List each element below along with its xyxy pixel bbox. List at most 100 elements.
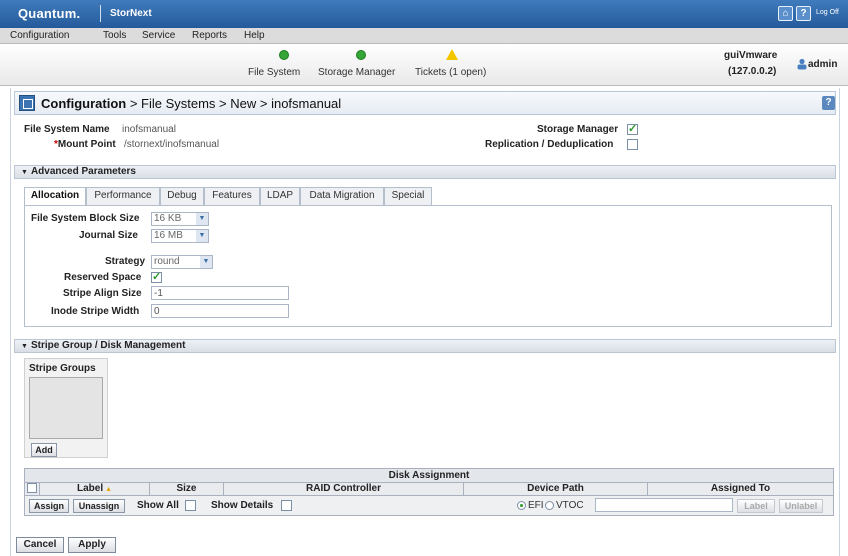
warning-icon [446,49,458,60]
vtoc-label: VTOC [556,500,584,511]
storage-manager-checkbox[interactable] [627,122,638,135]
storage-manager-label: Storage Manager [537,124,619,135]
user-icon [797,58,807,70]
select-all-checkbox[interactable] [27,483,37,493]
show-details-label: Show Details [211,500,274,511]
advanced-parameters-title: Advanced Parameters [30,166,136,177]
unlabel-button[interactable]: Unlabel [779,499,823,513]
sort-asc-icon: ▲ [103,486,112,493]
tab-data-migration[interactable]: Data Migration [300,187,384,205]
breadcrumb: Configuration > File Systems > New > ino… [41,96,341,111]
tab-debug[interactable]: Debug [160,187,204,205]
user-name[interactable]: admin [808,59,837,70]
breadcrumb-path: > File Systems > New > inofsmanual [126,96,342,111]
cancel-button[interactable]: Cancel [16,537,64,553]
efi-label: EFI [528,500,544,511]
menu-reports[interactable]: Reports [192,30,227,41]
mount-point-label: *Mount Point [54,139,116,150]
unassign-button[interactable]: Unassign [73,499,125,513]
column-raid-controller[interactable]: RAID Controller [223,483,463,495]
menu-tools[interactable]: Tools [103,30,126,41]
mount-point-value: /stornext/inofsmanual [124,139,220,150]
tab-allocation[interactable]: Allocation [24,187,86,206]
disk-assignment-title: Disk Assignment [24,468,834,483]
configuration-icon [19,95,35,111]
storage-manager-ok-icon [356,50,366,60]
block-size-value: 16 KB [154,213,182,224]
stripe-align-label: Stripe Align Size [63,288,142,299]
label-button[interactable]: Label [737,499,775,513]
reserved-space-label: Reserved Space [64,272,142,283]
column-assigned-to[interactable]: Assigned To [647,483,833,495]
vtoc-radio[interactable] [545,501,554,510]
host-ip: (127.0.0.2) [728,66,777,77]
column-label[interactable]: Label ▲ [39,483,149,495]
home-icon[interactable]: ⌂ [778,6,793,21]
apply-button[interactable]: Apply [68,537,116,553]
block-size-select[interactable]: 16 KB ▼ [151,212,209,226]
stripe-groups-list[interactable] [29,377,103,439]
fs-name-label: File System Name [24,124,110,135]
help-icon[interactable]: ? [822,96,835,110]
tab-ldap[interactable]: LDAP [260,187,300,205]
logoff-link[interactable]: Log Off [816,9,839,16]
status-storage-manager[interactable]: Storage Manager [318,67,395,78]
product-name: StorNext [110,8,152,19]
label-input[interactable] [595,498,733,512]
stripe-groups-label: Stripe Groups [29,363,96,374]
efi-radio[interactable] [517,501,526,510]
inode-stripe-input[interactable] [151,304,289,318]
menu-configuration[interactable]: Configuration [10,30,69,41]
filesystem-ok-icon [279,50,289,60]
mount-point-label-text: Mount Point [57,139,116,150]
strategy-select[interactable]: round ▼ [151,255,213,269]
journal-size-label: Journal Size [79,230,138,241]
chevron-down-icon: ▼ [196,213,208,225]
page-header: Configuration > File Systems > New > ino… [14,91,836,115]
tab-performance[interactable]: Performance [86,187,160,205]
chevron-down-icon: ▼ [200,256,212,268]
replication-checkbox[interactable] [627,139,638,150]
stripe-groups-box: Stripe Groups Add [24,358,108,458]
advanced-parameters-header[interactable]: ▼ Advanced Parameters [14,165,836,179]
brand-divider [100,5,101,22]
chevron-down-icon: ▼ [196,230,208,242]
journal-size-select[interactable]: 16 MB ▼ [151,229,209,243]
tab-features[interactable]: Features [204,187,260,205]
help-header-icon[interactable]: ? [796,6,811,21]
replication-label: Replication / Deduplication [485,139,614,150]
inode-stripe-label: Inode Stripe Width [51,306,140,317]
brand-logo: Quantum. [18,6,81,21]
strategy-label: Strategy [105,256,146,267]
fs-name-value: inofsmanual [122,124,176,135]
collapse-icon: ▼ [21,343,28,350]
block-size-label: File System Block Size [31,213,140,224]
assign-button[interactable]: Assign [29,499,69,513]
column-size[interactable]: Size [149,483,223,495]
disk-toolbar: Assign Unassign Show All Show Details EF… [24,496,834,516]
column-device-path[interactable]: Device Path [463,483,647,495]
host-name: guiVmware [724,50,778,61]
menu-bar: Configuration Tools Service Reports Help [0,28,848,44]
column-label-text: Label [77,483,104,494]
breadcrumb-root[interactable]: Configuration [41,96,126,111]
status-file-system[interactable]: File System [248,67,300,78]
allocation-panel [24,205,832,327]
show-details-checkbox[interactable] [281,500,292,511]
reserved-space-checkbox[interactable] [151,270,162,283]
status-tickets[interactable]: Tickets (1 open) [415,67,486,78]
add-stripe-group-button[interactable]: Add [31,443,57,457]
strategy-value: round [154,256,180,267]
stripe-align-input[interactable] [151,286,289,300]
tab-special[interactable]: Special [384,187,432,205]
show-all-label: Show All [137,500,179,511]
menu-help[interactable]: Help [244,30,265,41]
disk-table-header: Label ▲ Size RAID Controller Device Path… [24,483,834,496]
title-bar: Quantum. StorNext ⌂ ? Log Off [0,0,848,28]
collapse-icon: ▼ [21,169,28,176]
show-all-checkbox[interactable] [185,500,196,511]
status-bar [0,44,848,86]
menu-service[interactable]: Service [142,30,175,41]
stripe-group-header[interactable]: ▼ Stripe Group / Disk Management [14,339,836,353]
stripe-group-title: Stripe Group / Disk Management [30,340,186,351]
